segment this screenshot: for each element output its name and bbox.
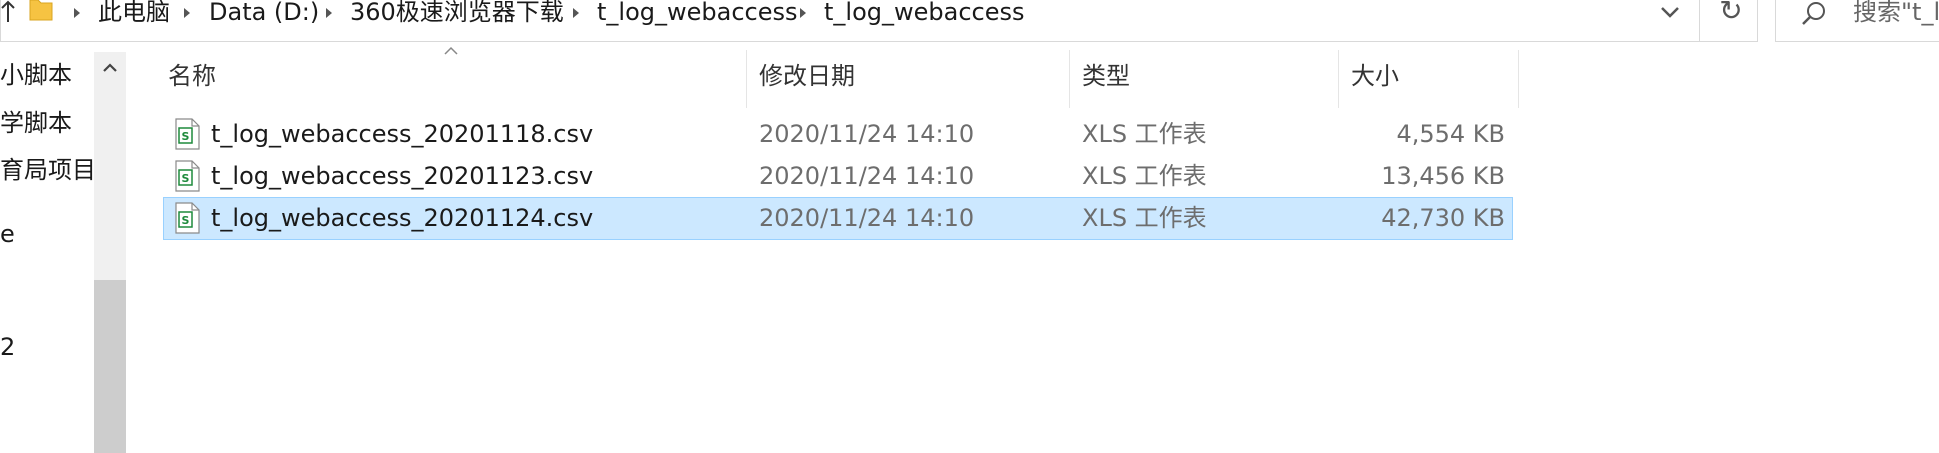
nav-scrollbar-thumb[interactable] bbox=[94, 280, 126, 453]
search-placeholder: 搜索"t_l bbox=[1853, 0, 1939, 26]
chevron-right-icon[interactable] bbox=[322, 2, 336, 24]
file-size: 42,730 KB bbox=[1381, 204, 1505, 232]
file-name[interactable]: t_log_webaccess_20201124.csv bbox=[211, 198, 593, 238]
breadcrumb-data-drive[interactable]: Data (D:) bbox=[209, 0, 319, 26]
search-icon[interactable] bbox=[1800, 0, 1828, 28]
column-divider[interactable] bbox=[746, 50, 747, 108]
breadcrumb-webaccess-parent[interactable]: t_log_webaccess bbox=[597, 0, 798, 26]
file-name[interactable]: t_log_webaccess_20201118.csv bbox=[211, 114, 593, 154]
up-arrow-icon[interactable] bbox=[0, 0, 16, 26]
nav-item-e[interactable]: e bbox=[0, 219, 15, 249]
csv-file-icon: S bbox=[175, 160, 200, 192]
nav-item-learn-scripts[interactable]: 学脚本 bbox=[0, 108, 72, 138]
column-divider[interactable] bbox=[1069, 50, 1070, 108]
column-header-size[interactable]: 大小 bbox=[1351, 60, 1399, 92]
svg-text:S: S bbox=[182, 214, 190, 227]
breadcrumb-webaccess-current[interactable]: t_log_webaccess bbox=[824, 0, 1025, 26]
csv-file-icon: S bbox=[175, 202, 200, 234]
folder-icon bbox=[29, 0, 53, 21]
file-name[interactable]: t_log_webaccess_20201123.csv bbox=[211, 156, 593, 196]
file-date: 2020/11/24 14:10 bbox=[759, 204, 975, 232]
chevron-right-icon[interactable] bbox=[70, 2, 84, 24]
breadcrumb-this-pc[interactable]: 此电脑 bbox=[98, 0, 170, 26]
chevron-down-icon[interactable] bbox=[1655, 0, 1685, 26]
column-header-type[interactable]: 类型 bbox=[1082, 60, 1130, 92]
column-header-date[interactable]: 修改日期 bbox=[759, 60, 855, 92]
svg-text:S: S bbox=[182, 172, 190, 185]
file-type: XLS 工作表 bbox=[1082, 162, 1207, 190]
csv-file-icon: S bbox=[175, 118, 200, 150]
file-date: 2020/11/24 14:10 bbox=[759, 162, 975, 190]
file-type: XLS 工作表 bbox=[1082, 120, 1207, 148]
address-divider bbox=[1699, 0, 1700, 42]
nav-item-2[interactable]: 2 bbox=[0, 332, 15, 362]
sort-ascending-icon bbox=[444, 46, 458, 55]
chevron-right-icon[interactable] bbox=[569, 2, 583, 24]
refresh-icon[interactable]: ↻ bbox=[1716, 0, 1746, 26]
chevron-up-icon[interactable] bbox=[100, 56, 120, 80]
file-size: 4,554 KB bbox=[1396, 120, 1505, 148]
breadcrumb-download-folder[interactable]: 360极速浏览器下载 bbox=[350, 0, 564, 26]
column-divider[interactable] bbox=[1518, 50, 1519, 108]
nav-item-bureau-project[interactable]: 育局项目 bbox=[0, 155, 96, 185]
column-divider[interactable] bbox=[1338, 50, 1339, 108]
nav-item-scripts[interactable]: 小脚本 bbox=[0, 60, 72, 90]
file-size: 13,456 KB bbox=[1381, 162, 1505, 190]
chevron-right-icon[interactable] bbox=[180, 2, 194, 24]
svg-text:S: S bbox=[182, 130, 190, 143]
file-type: XLS 工作表 bbox=[1082, 204, 1207, 232]
column-header-name[interactable]: 名称 bbox=[168, 60, 216, 92]
file-date: 2020/11/24 14:10 bbox=[759, 120, 975, 148]
chevron-right-icon[interactable] bbox=[796, 2, 810, 24]
